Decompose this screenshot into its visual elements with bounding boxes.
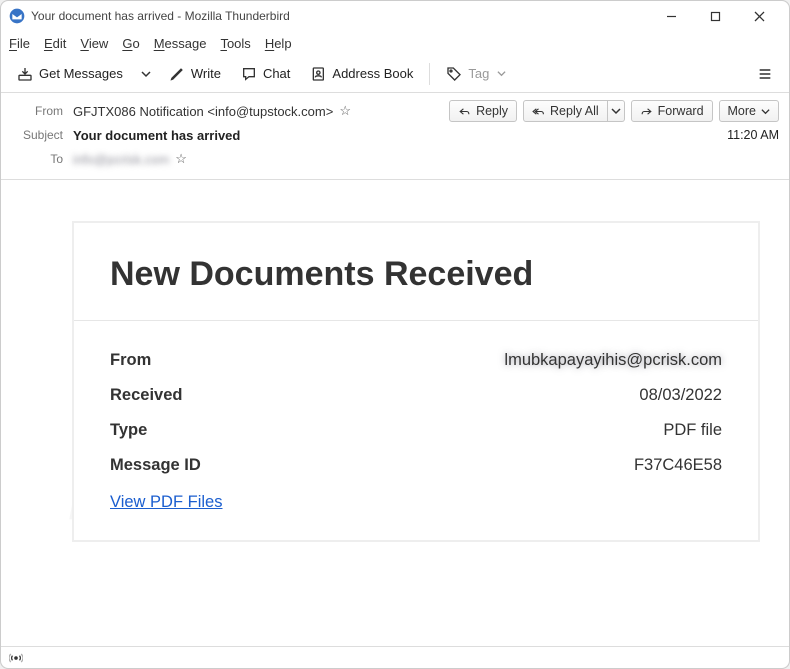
timestamp: 11:20 AM (727, 128, 779, 142)
menu-view[interactable]: View (80, 36, 108, 51)
get-messages-dropdown[interactable] (135, 65, 157, 83)
star-icon[interactable]: ☆ (339, 103, 351, 119)
chat-label: Chat (263, 66, 290, 81)
menubar: File Edit View Go Message Tools Help (1, 31, 789, 55)
get-messages-label: Get Messages (39, 66, 123, 81)
status-icon[interactable] (9, 651, 23, 665)
star-icon[interactable]: ☆ (175, 151, 187, 167)
chat-button[interactable]: Chat (233, 62, 298, 86)
row-message-id: Message ID F37C46E58 (110, 448, 722, 483)
reply-icon (458, 105, 471, 118)
pencil-icon (169, 66, 185, 82)
menu-go[interactable]: Go (122, 36, 139, 51)
write-button[interactable]: Write (161, 62, 229, 86)
row-from: From lmubkapayayihis@pcrisk.com (110, 343, 722, 378)
to-label: To (11, 152, 63, 166)
tag-icon (446, 66, 462, 82)
message-header: From GFJTX086 Notification <info@tupstoc… (1, 93, 789, 180)
get-messages-button[interactable]: Get Messages (9, 62, 131, 86)
menu-tools[interactable]: Tools (220, 36, 250, 51)
from-value[interactable]: GFJTX086 Notification <info@tupstock.com… (73, 104, 333, 119)
email-card: New Documents Received From lmubkapayayi… (73, 222, 759, 541)
close-button[interactable] (737, 2, 781, 30)
menu-file[interactable]: File (9, 36, 30, 51)
download-icon (17, 66, 33, 82)
chevron-down-icon (497, 69, 506, 78)
maximize-button[interactable] (693, 2, 737, 30)
from-label: From (11, 104, 63, 118)
write-label: Write (191, 66, 221, 81)
email-title: New Documents Received (110, 255, 722, 294)
subject-value: Your document has arrived (73, 128, 240, 143)
toolbar: Get Messages Write Chat Address Book Tag (1, 55, 789, 93)
message-body: pcrisk.com New Documents Received From l… (1, 180, 789, 649)
statusbar (1, 646, 789, 668)
titlebar: Your document has arrived - Mozilla Thun… (1, 1, 789, 31)
menu-edit[interactable]: Edit (44, 36, 66, 51)
forward-button[interactable]: Forward (631, 100, 713, 122)
row-received: Received 08/03/2022 (110, 378, 722, 413)
window-title: Your document has arrived - Mozilla Thun… (31, 9, 649, 23)
reply-all-icon (532, 105, 545, 118)
address-book-label: Address Book (332, 66, 413, 81)
reply-all-button[interactable]: Reply All (523, 100, 608, 122)
forward-icon (640, 105, 653, 118)
more-button[interactable]: More (719, 100, 779, 122)
address-book-button[interactable]: Address Book (302, 62, 421, 86)
chat-icon (241, 66, 257, 82)
to-value[interactable]: info@pcrisk.com (73, 152, 169, 167)
reply-button[interactable]: Reply (449, 100, 517, 122)
minimize-button[interactable] (649, 2, 693, 30)
view-pdf-link[interactable]: View PDF Files (110, 493, 222, 512)
app-icon (9, 8, 25, 24)
subject-label: Subject (11, 128, 63, 142)
hamburger-icon (757, 66, 773, 82)
menu-message[interactable]: Message (154, 36, 207, 51)
separator (429, 63, 430, 85)
reply-all-dropdown[interactable] (608, 100, 625, 122)
chevron-down-icon (761, 107, 770, 116)
menu-help[interactable]: Help (265, 36, 292, 51)
tag-label: Tag (468, 66, 489, 81)
tag-button[interactable]: Tag (438, 62, 514, 86)
address-book-icon (310, 66, 326, 82)
app-menu-button[interactable] (749, 62, 781, 86)
row-type: Type PDF file (110, 413, 722, 448)
